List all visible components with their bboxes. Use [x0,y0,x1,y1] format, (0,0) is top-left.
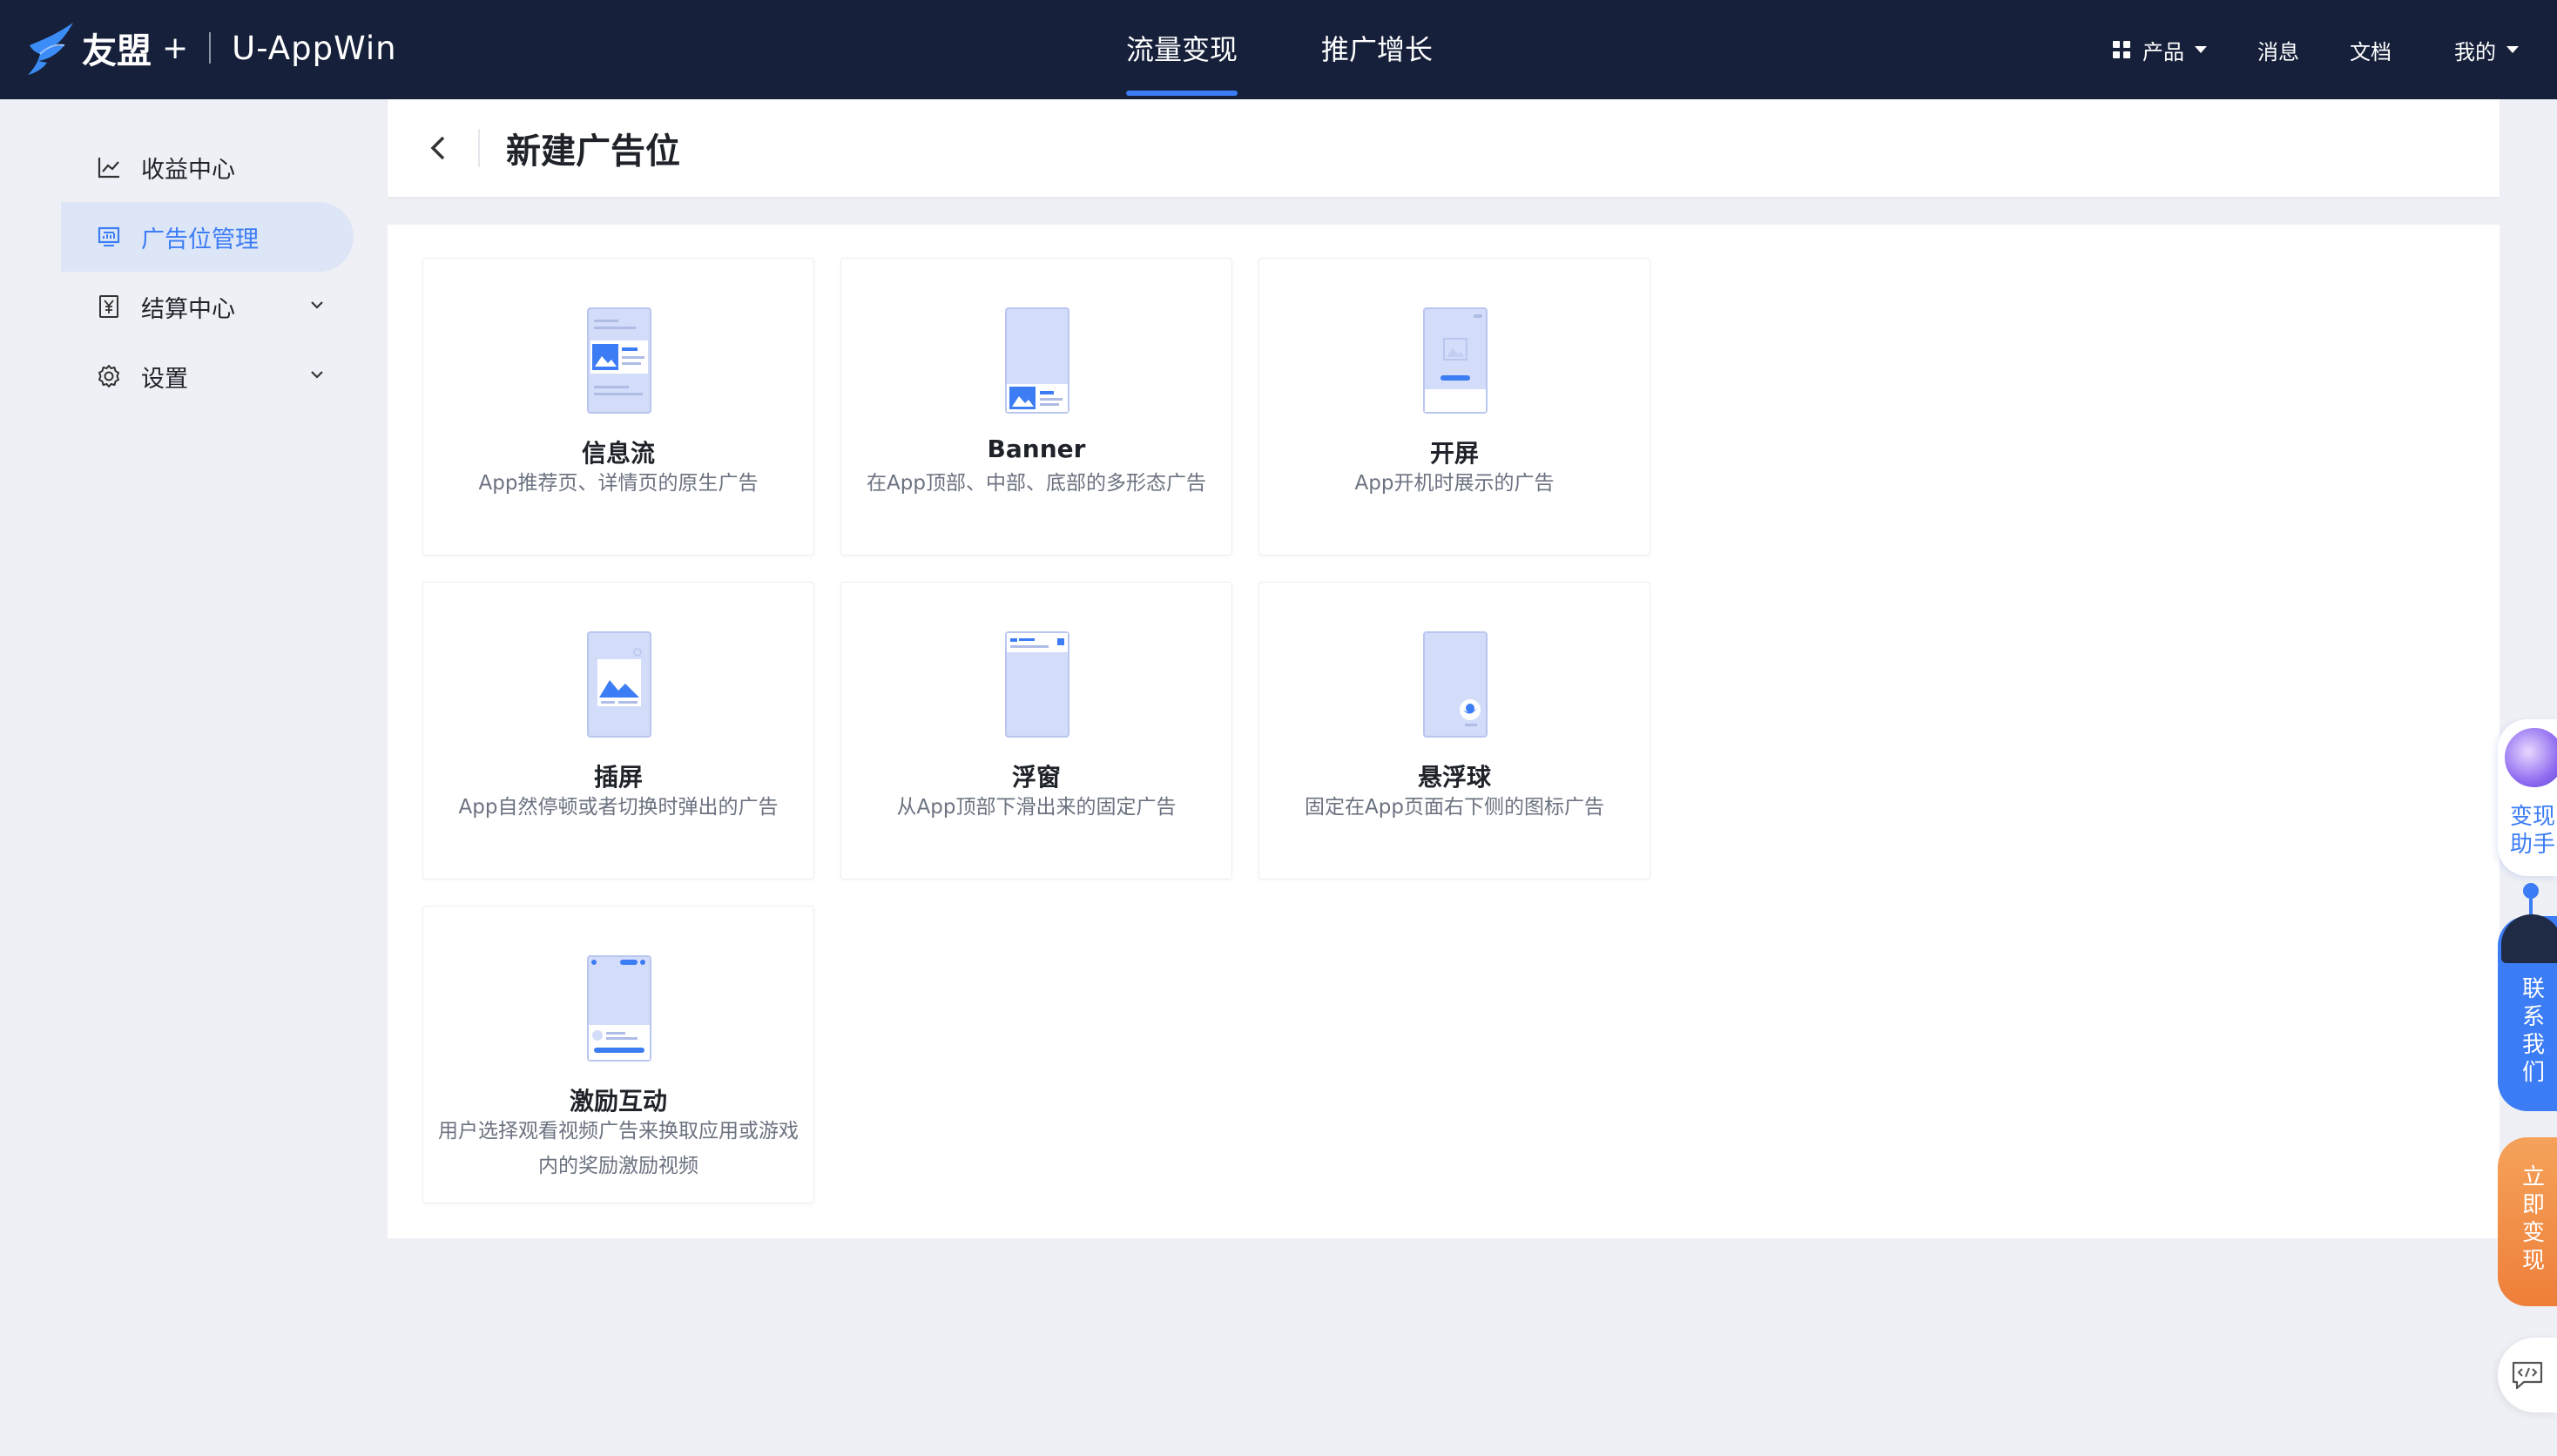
monitor-icon [98,226,120,246]
monetization-assistant-widget[interactable]: 变现助手 [2498,719,2557,876]
assistant-label: 变现助手 [2510,804,2556,858]
ad-type-card-float-window[interactable]: 浮窗 从App顶部下滑出来的固定广告 [840,582,1232,880]
ad-type-name: 浮窗 [1011,763,1061,792]
splash-ad-illustration-icon [1423,307,1488,414]
code-feedback-button[interactable] [2498,1338,2557,1412]
ad-type-desc: 从App顶部下滑出来的固定广告 [896,796,1177,819]
brand-divider [209,32,212,64]
contact-us-widget[interactable]: 联系我们 [2498,883,2557,1111]
sidebar-item-settlement[interactable]: 结算中心 [61,272,354,341]
sidebar-item-label: 收益中心 [141,156,235,184]
contact-label: 联系我们 [2522,976,2546,1086]
earn-label: 立即变现 [2522,1164,2546,1274]
feed-ad-illustration-icon [587,307,651,414]
ad-type-card-feed[interactable]: 信息流 App推荐页、详情页的原生广告 [422,258,814,556]
brand-plus: + [162,30,189,66]
sidebar-item-revenue[interactable]: 收益中心 [61,132,354,202]
header-divider [478,129,480,167]
ad-type-name: 悬浮球 [1417,763,1491,792]
brand-name: 友盟 [82,31,152,71]
ad-type-desc: 用户选择观看视频广告来换取应用或游戏内的奖励激励视频 [438,1120,799,1177]
mine-menu[interactable]: 我的 [2454,35,2519,65]
chart-line-icon [98,158,119,179]
messages-link[interactable]: 消息 [2257,35,2299,65]
yuan-document-icon [99,295,118,318]
tab-growth[interactable]: 推广增长 [1321,0,1433,99]
ad-type-name: Banner [987,435,1086,463]
robot-head-icon [2501,914,2557,963]
ad-type-desc: App开机时展示的广告 [1354,472,1555,495]
sidebar-item-label: 广告位管理 [141,226,259,253]
ad-type-desc: 固定在App页面右下侧的图标广告 [1305,796,1604,819]
page-header: 新建广告位 [388,99,2500,197]
sidebar-item-settings[interactable]: 设置 [61,341,354,411]
ad-type-name: 插屏 [593,763,643,792]
right-nav: 产品 消息 文档 我的 [2062,0,2519,99]
float-ball-ad-illustration-icon [1423,631,1488,738]
products-menu[interactable]: 产品 [2113,35,2207,65]
mine-label: 我的 [2454,39,2496,64]
page-title: 新建广告位 [506,131,680,172]
caret-down-icon [2506,46,2519,53]
sidebar-item-ad-slots[interactable]: 广告位管理 [61,202,354,272]
ad-type-grid: 信息流 App推荐页、详情页的原生广告 Banner 在App顶部、中部、底部的… [388,225,2500,1238]
gear-icon [98,365,119,388]
ad-type-name: 开屏 [1429,439,1479,468]
ad-type-desc: App自然停顿或者切换时弹出的广告 [458,796,779,819]
docs-link[interactable]: 文档 [2350,35,2392,65]
ad-type-card-float-ball[interactable]: 悬浮球 固定在App页面右下侧的图标广告 [1258,582,1650,880]
caret-down-icon [2195,46,2207,53]
ad-type-desc: 在App顶部、中部、底部的多形态广告 [867,472,1206,495]
ad-type-name: 激励互动 [569,1087,667,1116]
ad-type-card-rewarded[interactable]: 激励互动 用户选择观看视频广告来换取应用或游戏内的奖励激励视频 [422,906,814,1203]
banner-ad-illustration-icon [1005,307,1069,414]
chevron-down-icon [311,301,323,309]
robot-antenna-icon [2523,883,2539,914]
main-nav: 流量变现 推广增长 [1126,0,1516,99]
logo[interactable]: 友盟 + U-AppWin [26,17,397,78]
start-monetizing-widget[interactable]: 立即变现 [2498,1137,2557,1306]
ad-type-name: 信息流 [581,439,655,468]
sidebar-item-label: 结算中心 [141,295,235,323]
code-chat-icon [2512,1361,2543,1390]
ad-type-card-interstitial[interactable]: 插屏 App自然停顿或者切换时弹出的广告 [422,582,814,880]
umeng-bird-logo-icon [28,23,73,75]
product-name: U-AppWin [232,29,397,67]
ad-type-desc: App推荐页、详情页的原生广告 [478,472,759,495]
interstitial-ad-illustration-icon [587,631,651,738]
rewarded-ad-illustration-icon [587,955,651,1062]
top-navbar: 友盟 + U-AppWin 流量变现 推广增长 产品 消息 文档 我的 [0,0,2557,99]
chevron-down-icon [311,371,323,379]
sidebar-item-label: 设置 [141,365,188,393]
back-button[interactable] [412,122,464,174]
products-label: 产品 [2142,39,2184,64]
grid-icon [2113,41,2130,58]
chevron-left-icon [430,136,445,160]
ad-type-card-banner[interactable]: Banner 在App顶部、中部、底部的多形态广告 [840,258,1232,556]
tab-traffic-monetization[interactable]: 流量变现 [1126,0,1238,99]
float-window-ad-illustration-icon [1005,631,1069,738]
assistant-orb-icon [2501,725,2557,791]
ad-type-card-splash[interactable]: 开屏 App开机时展示的广告 [1258,258,1650,556]
